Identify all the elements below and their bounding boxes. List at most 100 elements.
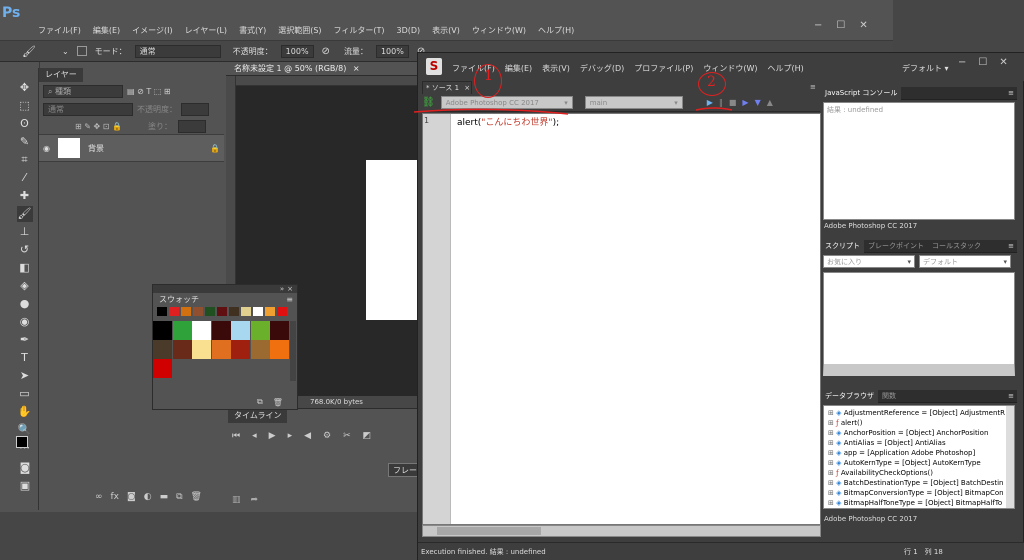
path-select-tool-icon[interactable]: ➤ (17, 368, 33, 384)
databrowser-item[interactable]: ⊞ ◈ BitmapConversionType = [Object] Bitm… (828, 488, 1014, 498)
brush-tool-icon[interactable]: 🖌 (16, 206, 33, 222)
swatches-tab[interactable]: スウォッチ (153, 293, 205, 307)
opacity-field[interactable]: 100% (280, 44, 314, 58)
db-vscrollbar[interactable] (1006, 406, 1014, 508)
marquee-tool-icon[interactable]: ⬚ (17, 98, 33, 114)
expand-icon[interactable]: ⊞ (828, 419, 834, 427)
fx-icon[interactable]: fx (111, 492, 120, 502)
screen-mode-icon[interactable]: ▣ (17, 478, 33, 494)
expand-icon[interactable]: ⊞ (828, 469, 834, 477)
ps-menu-type[interactable]: 書式(Y) (239, 25, 266, 36)
console-tab[interactable]: JavaScript コンソール (821, 87, 902, 100)
maximize-icon[interactable]: ☐ (836, 20, 845, 31)
settings-icon[interactable]: ⚙ (323, 431, 331, 441)
workspace-dropdown[interactable]: デフォルト ▾ (902, 63, 949, 74)
timeline-tab[interactable]: タイムライン (228, 409, 288, 423)
swatch-small[interactable] (169, 307, 179, 316)
history-brush-tool-icon[interactable]: ↺ (17, 242, 33, 258)
scripts-list[interactable] (823, 272, 1015, 376)
brush-panel-icon[interactable] (76, 46, 87, 56)
databrowser-item[interactable]: ⊞ ◈ AnchorPosition = [Object] AnchorPosi… (828, 428, 1014, 438)
ps-menu-select[interactable]: 選択範囲(S) (278, 25, 321, 36)
prev-frame-icon[interactable]: ◂ (252, 431, 257, 441)
source-tab-close[interactable]: × (464, 84, 470, 92)
swatch[interactable] (250, 340, 270, 359)
ps-menu-file[interactable]: ファイル(F) (38, 25, 81, 36)
timeline-frame-button[interactable]: フレー (388, 463, 420, 477)
swatch[interactable] (250, 321, 270, 340)
source-panel-menu-icon[interactable]: ≡ (810, 83, 816, 91)
brush-icon[interactable]: 🖌 (22, 45, 36, 58)
tab-callstack[interactable]: コールスタック (928, 240, 985, 253)
healing-tool-icon[interactable]: ✚ (17, 188, 33, 204)
minimize-icon[interactable]: − (814, 20, 822, 31)
new-layer-icon[interactable]: ⧉ (176, 492, 182, 502)
step-out-icon[interactable]: ▲ (767, 98, 773, 107)
quick-mask-icon[interactable]: ◙ (17, 460, 33, 476)
estk-menu-profile[interactable]: プロファイル(P) (634, 63, 693, 74)
layer-fill-field[interactable] (177, 119, 206, 133)
document-tab-close[interactable]: × (353, 64, 360, 73)
expand-icon[interactable]: ⊞ (828, 459, 834, 467)
expand-icon[interactable]: ⊞ (828, 409, 834, 417)
step-over-icon[interactable]: ▶ (742, 98, 748, 107)
add-mask-icon[interactable]: ◙ (127, 492, 136, 502)
expand-icon[interactable]: ⊞ (828, 429, 834, 437)
swatch[interactable] (172, 340, 192, 359)
swatch[interactable] (153, 321, 172, 340)
databrowser-item[interactable]: ⊞ ◈ AntiAlias = [Object] AntiAlias (828, 438, 1014, 448)
databrowser-item[interactable]: ⊞ ◈ AdjustmentReference = [Object] Adjus… (828, 408, 1014, 418)
convert-icon[interactable]: ▥ (232, 495, 241, 505)
rectangle-tool-icon[interactable]: ▭ (17, 386, 33, 402)
default-dropdown[interactable]: デフォルト ▾ (919, 255, 1011, 268)
transition-icon[interactable]: ◩ (363, 431, 372, 441)
databrowser-item[interactable]: ⊞ ƒ AvailabilityCheckOptions() (828, 468, 1014, 478)
swatch-small[interactable] (205, 307, 215, 316)
swatch[interactable] (270, 321, 289, 340)
panel-menu-icon[interactable]: ≡ (286, 295, 293, 304)
tab-databrowser[interactable]: データブラウザ (821, 390, 878, 403)
estk-menu-view[interactable]: 表示(V) (542, 63, 570, 74)
estk-minimize-icon[interactable]: − (958, 57, 966, 68)
document-canvas[interactable] (366, 160, 420, 320)
swatch-scrollbar[interactable] (290, 321, 296, 381)
swatch-small[interactable] (241, 307, 251, 316)
databrowser-item[interactable]: ⊞ ◈ AutoKernType = [Object] AutoKernType (828, 458, 1014, 468)
expand-icon[interactable]: ⊞ (828, 449, 834, 457)
swatch-small[interactable] (253, 307, 263, 316)
ps-menu-3d[interactable]: 3D(D) (397, 26, 421, 35)
collapse-icon[interactable]: » (280, 285, 284, 293)
ps-menu-help[interactable]: ヘルプ(H) (538, 25, 574, 36)
stamp-tool-icon[interactable]: ⊥ (17, 224, 33, 240)
lasso-tool-icon[interactable]: ʘ (17, 116, 33, 132)
swatch-small[interactable] (157, 307, 167, 316)
blur-tool-icon[interactable]: ● (17, 296, 33, 312)
swatch-small[interactable] (193, 307, 203, 316)
move-tool-icon[interactable]: ✥ (17, 80, 33, 96)
tab-breakpoints[interactable]: ブレークポイント (864, 240, 928, 253)
share-icon[interactable]: ➦ (251, 495, 259, 505)
swatch[interactable] (192, 340, 211, 359)
hscroll-thumb[interactable] (437, 527, 541, 535)
hand-tool-icon[interactable]: ✋ (17, 404, 33, 420)
databrowser-item[interactable]: ⊞ ƒ alert() (828, 418, 1014, 428)
ps-menu-filter[interactable]: フィルター(T) (334, 25, 385, 36)
ps-menu-view[interactable]: 表示(V) (432, 25, 460, 36)
flow-field[interactable]: 100% (375, 44, 409, 58)
expand-icon[interactable]: ⊞ (828, 479, 834, 487)
layer-row-background[interactable]: ◉ 背景 🔒 (39, 134, 224, 162)
scripts-menu-icon[interactable]: ≡ (1008, 240, 1017, 253)
swatch[interactable] (172, 321, 192, 340)
quick-select-tool-icon[interactable]: ✎ (17, 134, 33, 150)
expand-icon[interactable]: ⊞ (828, 499, 834, 507)
favorites-dropdown[interactable]: お気に入り ▾ (823, 255, 915, 268)
filter-pixel-icon[interactable]: ▤ ⊘ T ⬚ ⊞ (127, 87, 171, 96)
eraser-tool-icon[interactable]: ◧ (17, 260, 33, 276)
ps-menu-image[interactable]: イメージ(I) (132, 25, 172, 36)
swatch[interactable] (231, 340, 250, 359)
split-icon[interactable]: ✂ (343, 431, 351, 441)
link-layers-icon[interactable]: ∞ (95, 492, 103, 502)
estk-close-icon[interactable]: ✕ (999, 57, 1007, 68)
pen-tool-icon[interactable]: ✒ (17, 332, 33, 348)
close-panel-icon[interactable]: × (287, 285, 293, 293)
